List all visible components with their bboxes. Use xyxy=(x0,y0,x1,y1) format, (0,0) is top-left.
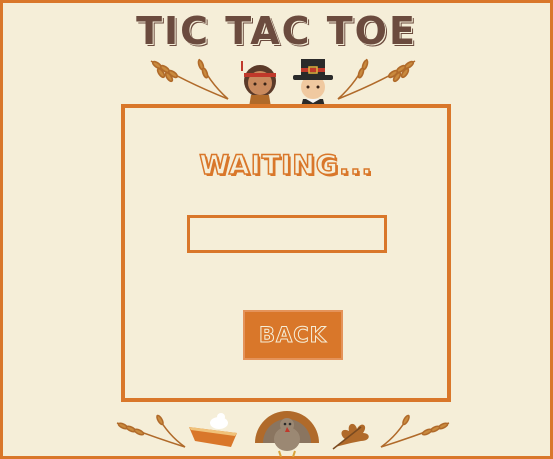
game-panel: WAITING... BACK xyxy=(121,104,451,402)
header-illustration xyxy=(150,58,416,107)
pumpkin-pie-icon xyxy=(189,413,237,447)
game-code-field[interactable] xyxy=(187,215,387,253)
oak-leaf-icon xyxy=(332,423,369,450)
wheat-icon xyxy=(337,58,416,100)
wheat-icon xyxy=(380,414,450,448)
back-button[interactable]: BACK xyxy=(243,310,343,360)
page-title: TIC TAC TOE xyxy=(136,9,417,53)
footer-illustration xyxy=(116,411,450,457)
pilgrim-icon xyxy=(293,59,333,107)
native-child-icon xyxy=(241,61,276,107)
turkey-icon xyxy=(255,411,319,457)
status-text: WAITING... xyxy=(198,149,373,182)
game-frame: TIC TAC TOE WAITING... BACK xyxy=(0,0,553,459)
wheat-icon xyxy=(116,414,186,448)
wheat-icon xyxy=(150,58,229,100)
